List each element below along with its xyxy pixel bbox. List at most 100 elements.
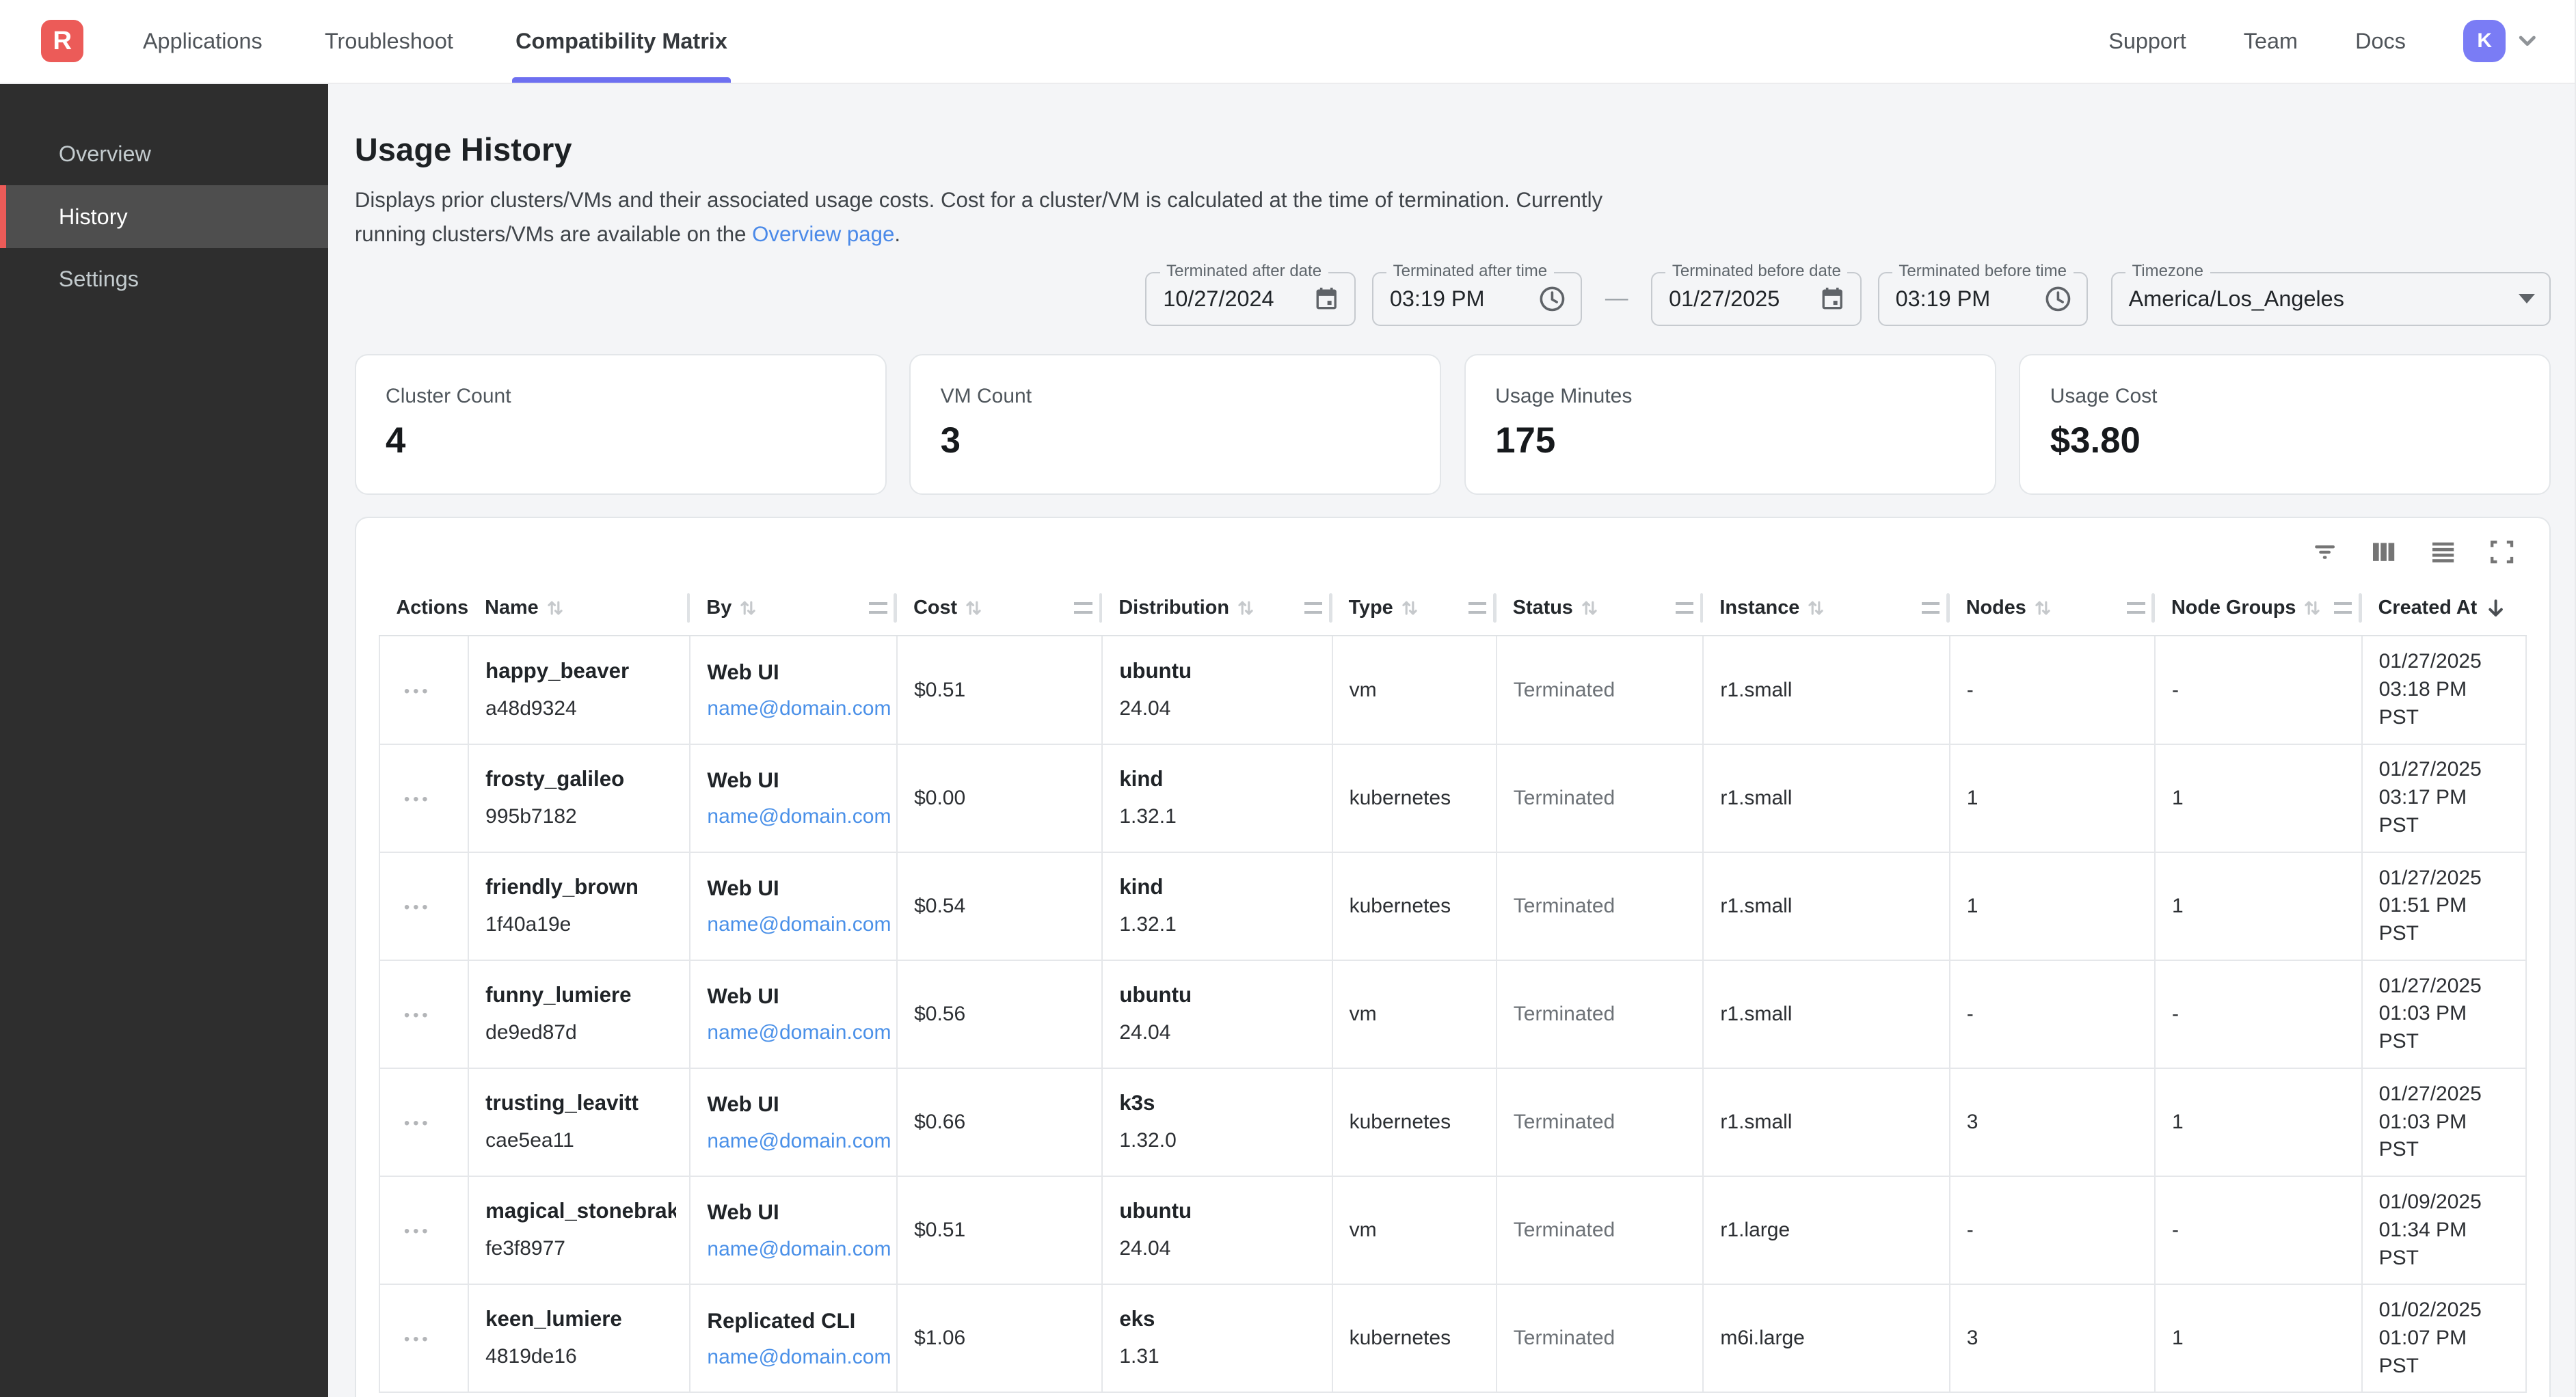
column-header-instance[interactable]: Instance bbox=[1703, 580, 1949, 636]
sort-icon[interactable] bbox=[1401, 597, 1418, 619]
cell-actions: ••• bbox=[379, 636, 468, 744]
sidebar-item-settings[interactable]: Settings bbox=[0, 248, 328, 310]
instance-value: r1.large bbox=[1720, 1219, 1790, 1241]
tab-compatibility-matrix[interactable]: Compatibility Matrix bbox=[512, 0, 730, 83]
cluster-id: fe3f8977 bbox=[485, 1235, 676, 1263]
sort-icon[interactable] bbox=[1237, 597, 1254, 619]
created-date: 01/02/2025 bbox=[2379, 1297, 2512, 1325]
nav-link-team[interactable]: Team bbox=[2244, 29, 2298, 54]
table-row: •••friendly_brown1f40a19eWeb UIname@doma… bbox=[379, 852, 2525, 960]
replicated-logo-icon[interactable]: R bbox=[41, 20, 83, 62]
clock-icon[interactable] bbox=[2044, 285, 2072, 313]
row-actions-button[interactable]: ••• bbox=[404, 683, 431, 700]
page-description: Displays prior clusters/VMs and their as… bbox=[355, 183, 1678, 252]
avatar[interactable]: K bbox=[2463, 20, 2506, 62]
stat-vm-count: VM Count 3 bbox=[909, 354, 1441, 496]
sidebar-item-overview[interactable]: Overview bbox=[0, 123, 328, 185]
status-badge: Terminated bbox=[1514, 1219, 1615, 1241]
column-header-nodes[interactable]: Nodes bbox=[1950, 580, 2155, 636]
cell-actions: ••• bbox=[379, 1284, 468, 1392]
account-menu[interactable]: K bbox=[2463, 20, 2538, 62]
terminated-before-date-input[interactable]: Terminated before date 01/27/2025 bbox=[1651, 272, 1861, 326]
column-menu-icon[interactable] bbox=[2127, 602, 2145, 614]
column-header-by[interactable]: By bbox=[690, 580, 897, 636]
created-by-email-link[interactable]: name@domain.com bbox=[707, 1346, 891, 1368]
nav-link-docs[interactable]: Docs bbox=[2355, 29, 2406, 54]
column-menu-icon[interactable] bbox=[1676, 602, 1693, 614]
column-header-node-groups[interactable]: Node Groups bbox=[2155, 580, 2362, 636]
column-menu-icon[interactable] bbox=[2334, 602, 2352, 614]
column-header-distribution[interactable]: Distribution bbox=[1102, 580, 1332, 636]
column-header-name[interactable]: Name bbox=[468, 580, 690, 636]
nodes-value: - bbox=[1967, 679, 1974, 701]
sidebar-item-history[interactable]: History bbox=[0, 185, 328, 247]
status-badge: Terminated bbox=[1514, 679, 1615, 701]
column-menu-icon[interactable] bbox=[869, 602, 887, 614]
tab-troubleshoot[interactable]: Troubleshoot bbox=[321, 0, 457, 83]
timezone-select[interactable]: Timezone America/Los_Angeles bbox=[2111, 272, 2551, 326]
filter-row: Terminated after date 10/27/2024 Termina… bbox=[355, 272, 2551, 326]
density-icon[interactable] bbox=[2428, 537, 2458, 567]
clock-icon[interactable] bbox=[1538, 285, 1566, 313]
column-menu-icon[interactable] bbox=[1074, 602, 1092, 614]
column-menu-icon[interactable] bbox=[1468, 602, 1486, 614]
column-label: Type bbox=[1349, 597, 1393, 619]
columns-icon[interactable] bbox=[2369, 537, 2398, 567]
chevron-down-icon bbox=[2516, 29, 2539, 53]
distribution-version: 1.31 bbox=[1119, 1343, 1318, 1371]
sorted-desc-icon[interactable] bbox=[2485, 597, 2506, 619]
column-header-cost[interactable]: Cost bbox=[897, 580, 1102, 636]
column-header-created-at[interactable]: Created At bbox=[2362, 580, 2526, 636]
row-actions-button[interactable]: ••• bbox=[404, 1115, 431, 1132]
created-by-email-link[interactable]: name@domain.com bbox=[707, 913, 891, 936]
column-label: Instance bbox=[1719, 597, 1799, 619]
cost-value: $0.56 bbox=[914, 1003, 965, 1025]
terminated-after-time-input[interactable]: Terminated after time 03:19 PM bbox=[1372, 272, 1582, 326]
top-nav: R Applications Troubleshoot Compatibilit… bbox=[0, 0, 2575, 84]
nodes-value: 1 bbox=[1967, 787, 1978, 809]
sort-icon[interactable] bbox=[2035, 597, 2051, 619]
created-date: 01/09/2025 bbox=[2379, 1189, 2512, 1217]
fullscreen-icon[interactable] bbox=[2487, 537, 2517, 567]
created-by-email-link[interactable]: name@domain.com bbox=[707, 805, 891, 828]
calendar-icon[interactable] bbox=[1313, 286, 1339, 312]
tab-applications[interactable]: Applications bbox=[139, 0, 265, 83]
column-header-actions: Actions bbox=[379, 580, 468, 636]
sort-icon[interactable] bbox=[547, 597, 563, 619]
row-actions-button[interactable]: ••• bbox=[404, 899, 431, 916]
nav-link-support[interactable]: Support bbox=[2108, 29, 2186, 54]
overview-page-link[interactable]: Overview page bbox=[752, 222, 894, 246]
calendar-icon[interactable] bbox=[1819, 286, 1845, 312]
created-by-email-link[interactable]: name@domain.com bbox=[707, 1130, 891, 1152]
cost-value: $0.54 bbox=[914, 895, 965, 917]
cell-by: Web UIname@domain.com bbox=[690, 1176, 897, 1284]
row-actions-button[interactable]: ••• bbox=[404, 1331, 431, 1348]
created-by-email-link[interactable]: name@domain.com bbox=[707, 1021, 891, 1044]
column-label: Created At bbox=[2378, 597, 2478, 619]
row-actions-button[interactable]: ••• bbox=[404, 1007, 431, 1024]
sort-icon[interactable] bbox=[965, 597, 982, 619]
column-header-status[interactable]: Status bbox=[1497, 580, 1704, 636]
terminated-after-date-input[interactable]: Terminated after date 10/27/2024 bbox=[1145, 272, 1355, 326]
sort-icon[interactable] bbox=[2304, 597, 2320, 619]
instance-value: r1.small bbox=[1720, 1111, 1792, 1133]
column-menu-icon[interactable] bbox=[1922, 602, 1940, 614]
created-by-email-link[interactable]: name@domain.com bbox=[707, 697, 891, 720]
terminated-before-time-input[interactable]: Terminated before time 03:19 PM bbox=[1878, 272, 2088, 326]
created-by-email-link[interactable]: name@domain.com bbox=[707, 1238, 891, 1260]
cluster-name: frosty_galileo bbox=[485, 765, 676, 794]
row-actions-button[interactable]: ••• bbox=[404, 791, 431, 808]
column-label: Name bbox=[485, 597, 538, 619]
main-content: Usage History Displays prior clusters/VM… bbox=[328, 84, 2575, 1397]
cell-distribution: ubuntu24.04 bbox=[1102, 1176, 1332, 1284]
row-actions-button[interactable]: ••• bbox=[404, 1223, 431, 1240]
column-menu-icon[interactable] bbox=[1304, 602, 1322, 614]
cluster-id: 1f40a19e bbox=[485, 911, 676, 939]
filter-icon[interactable] bbox=[2310, 537, 2339, 567]
column-header-type[interactable]: Type bbox=[1332, 580, 1497, 636]
sort-icon[interactable] bbox=[1808, 597, 1824, 619]
sort-icon[interactable] bbox=[740, 597, 756, 619]
cluster-name: trusting_leavitt bbox=[485, 1089, 676, 1117]
sort-icon[interactable] bbox=[1581, 597, 1598, 619]
status-badge: Terminated bbox=[1514, 1327, 1615, 1349]
